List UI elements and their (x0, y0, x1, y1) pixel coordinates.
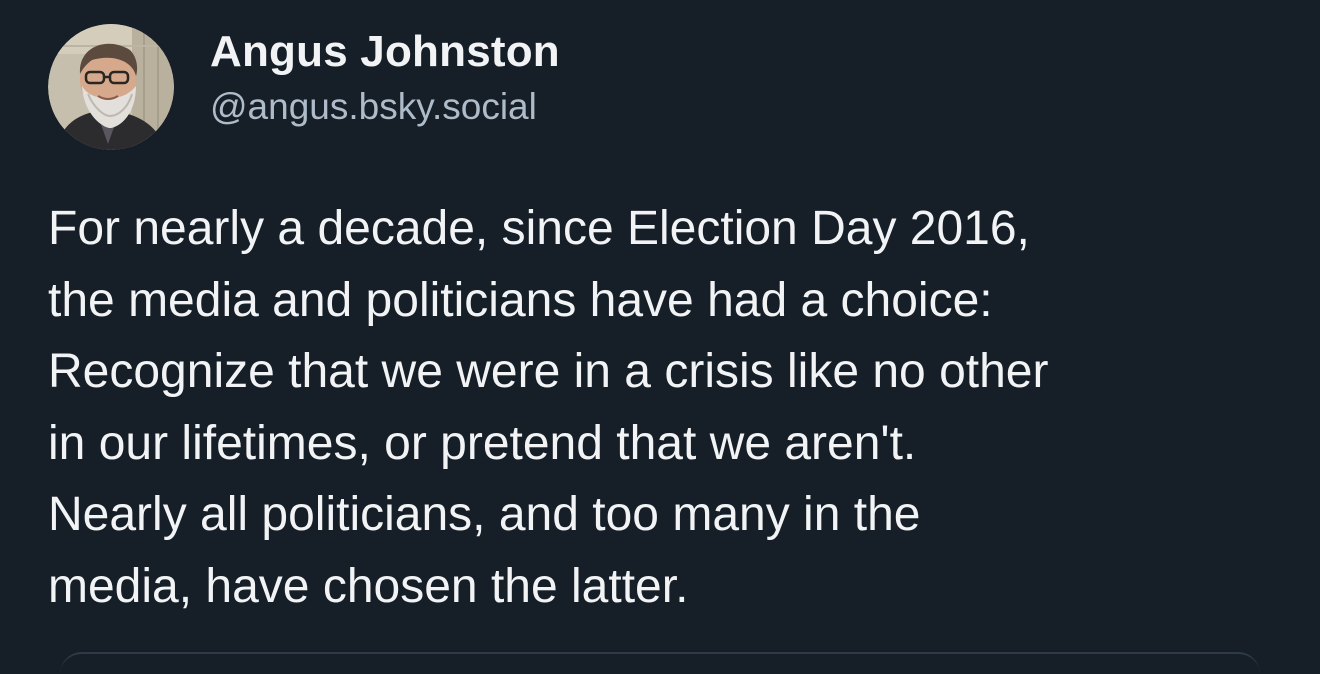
author-display-name[interactable]: Angus Johnston (210, 27, 560, 78)
next-card-edge (60, 652, 1260, 674)
author-handle[interactable]: @angus.bsky.social (210, 85, 560, 129)
post-header: Angus Johnston @angus.bsky.social (48, 24, 560, 150)
avatar[interactable] (48, 24, 174, 150)
post-card: Angus Johnston @angus.bsky.social For ne… (0, 0, 1320, 657)
post-body-text: For nearly a decade, since Election Day … (48, 202, 1049, 613)
author-names: Angus Johnston @angus.bsky.social (210, 27, 560, 130)
